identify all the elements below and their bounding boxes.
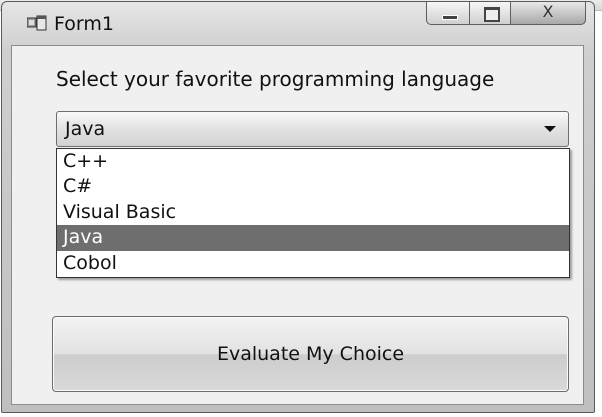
maximize-button[interactable] xyxy=(469,2,511,25)
evaluate-choice-button[interactable]: Evaluate My Choice xyxy=(52,316,569,392)
minimize-button[interactable] xyxy=(426,2,470,25)
combobox-selected-value: Java xyxy=(65,118,106,140)
dropdown-option-java[interactable]: Java xyxy=(57,225,569,251)
close-icon: X xyxy=(542,2,554,22)
language-dropdown-list: C++ C# Visual Basic Java Cobol xyxy=(56,148,570,278)
chevron-down-icon[interactable] xyxy=(544,126,556,132)
form-app-icon xyxy=(27,15,47,31)
prompt-label: Select your favorite programming languag… xyxy=(56,67,495,91)
language-combobox[interactable]: Java xyxy=(56,111,569,147)
dropdown-option-visual-basic[interactable]: Visual Basic xyxy=(57,200,569,225)
evaluate-button-label: Evaluate My Choice xyxy=(216,343,405,365)
form-window: Form1 X Select your favorite programming… xyxy=(1,1,595,413)
maximize-icon xyxy=(484,7,500,22)
close-button[interactable]: X xyxy=(510,2,586,25)
minimize-icon xyxy=(442,15,458,20)
dropdown-option-cpp[interactable]: C++ xyxy=(57,149,569,174)
form-client-area: Select your favorite programming languag… xyxy=(11,45,584,405)
title-bar[interactable]: Form1 X xyxy=(2,2,594,46)
dropdown-option-cobol[interactable]: Cobol xyxy=(57,251,569,276)
dropdown-option-csharp[interactable]: C# xyxy=(57,174,569,199)
window-title: Form1 xyxy=(54,13,114,35)
